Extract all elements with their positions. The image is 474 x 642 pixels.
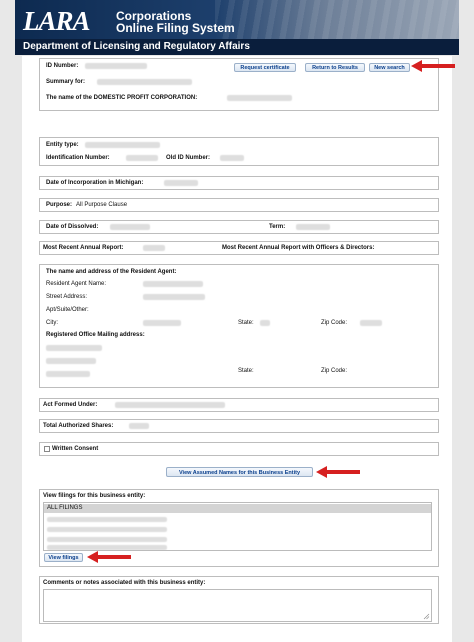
authorized-shares-label: Total Authorized Shares:: [43, 423, 114, 429]
authorized-shares-value: [129, 423, 149, 429]
resident-agent-title: The name and address of the Resident Age…: [46, 269, 177, 275]
request-certificate-button[interactable]: Request certificate: [234, 63, 296, 72]
city-value: [143, 320, 181, 326]
written-consent-checkbox[interactable]: [44, 446, 50, 452]
filings-title: View filings for this business entity:: [43, 493, 146, 499]
entity-type-label: Entity type:: [46, 142, 79, 148]
state-value: [260, 320, 270, 326]
act-formed-label: Act Formed Under:: [43, 402, 98, 408]
entity-type-value: [85, 142, 160, 148]
written-consent-label: Written Consent: [52, 446, 99, 452]
list-item[interactable]: [47, 537, 167, 542]
mailing-line1-value: [46, 345, 102, 351]
return-to-results-button[interactable]: Return to Results: [305, 63, 365, 72]
summary-for-label: Summary for:: [46, 79, 86, 85]
filings-option-all: ALL FILINGS: [47, 505, 83, 511]
street-address-label: Street Address:: [46, 294, 88, 300]
summary-for-value: [97, 79, 192, 85]
dissolved-date-label: Date of Dissolved:: [46, 224, 99, 230]
department-name: Department of Licensing and Regulatory A…: [15, 39, 459, 55]
list-item[interactable]: [47, 517, 167, 522]
entity-section: Entity type: Identification Number: Old …: [39, 137, 439, 166]
purpose-section: Purpose: All Purpose Clause: [39, 198, 439, 212]
term-label: Term:: [269, 224, 286, 230]
recent-annual-report-value: [143, 245, 165, 251]
resize-handle-icon[interactable]: [423, 613, 430, 620]
new-search-button[interactable]: New search: [369, 63, 410, 72]
list-item[interactable]: ALL FILINGS: [44, 504, 431, 513]
dissolved-section: Date of Dissolved: Term:: [39, 220, 439, 234]
resident-agent-section: The name and address of the Resident Age…: [39, 264, 439, 388]
id-number-label: ID Number:: [46, 63, 79, 69]
view-assumed-names-button[interactable]: View Assumed Names for this Business Ent…: [166, 467, 313, 477]
state-label: State:: [238, 320, 254, 326]
incorporation-date-label: Date of Incorporation in Michigan:: [46, 180, 144, 186]
mailing-state-label: State:: [238, 368, 254, 374]
arrow-annotation-view-filings: [87, 551, 131, 563]
city-label: City:: [46, 320, 58, 326]
id-number-value: [85, 63, 147, 69]
lara-logo: LARA: [23, 6, 91, 36]
mailing-address-title: Registered Office Mailing address:: [46, 332, 145, 338]
header-banner: LARA Corporations Online Filing System D…: [15, 0, 459, 55]
purpose-value: All Purpose Clause: [76, 202, 128, 208]
system-title-line2: Online Filing System: [116, 21, 235, 35]
resident-agent-name-value: [143, 281, 203, 287]
old-id-number-label: Old ID Number:: [166, 155, 211, 161]
old-id-number-value: [220, 155, 244, 161]
recent-annual-report-label: Most Recent Annual Report:: [43, 245, 124, 251]
comments-section: Comments or notes associated with this b…: [39, 576, 439, 624]
entity-name-value: [227, 95, 292, 101]
identification-number-label: Identification Number:: [46, 155, 110, 161]
annual-report-section: Most Recent Annual Report: Most Recent A…: [39, 241, 439, 255]
dissolved-date-value: [110, 224, 150, 230]
view-filings-button[interactable]: View filings: [44, 553, 83, 562]
filings-list[interactable]: ALL FILINGS: [43, 502, 432, 551]
purpose-label: Purpose:: [46, 202, 73, 208]
act-formed-value: [115, 402, 225, 408]
arrow-annotation-assumed-names: [316, 466, 360, 478]
comments-textarea[interactable]: [43, 589, 432, 622]
mailing-line2-value: [46, 358, 96, 364]
incorporation-date-value: [164, 180, 198, 186]
street-address-value: [143, 294, 205, 300]
zip-code-value: [360, 320, 382, 326]
annual-report-officers-label: Most Recent Annual Report with Officers …: [222, 245, 375, 251]
incorporation-section: Date of Incorporation in Michigan:: [39, 176, 439, 190]
term-value: [296, 224, 330, 230]
zip-code-label: Zip Code:: [321, 320, 348, 326]
header-background-image: [215, 0, 459, 40]
resident-agent-name-label: Resident Agent Name:: [46, 281, 107, 287]
act-formed-section: Act Formed Under:: [39, 398, 439, 412]
list-item[interactable]: [47, 527, 167, 532]
summary-section: ID Number: Summary for: The name of the …: [39, 58, 439, 111]
authorized-shares-section: Total Authorized Shares:: [39, 419, 439, 433]
written-consent-section: Written Consent: [39, 442, 439, 456]
identification-number-value: [126, 155, 158, 161]
entity-name-label: The name of the DOMESTIC PROFIT CORPORAT…: [46, 95, 198, 101]
mailing-line3-value: [46, 371, 90, 377]
comments-title: Comments or notes associated with this b…: [43, 580, 206, 586]
arrow-annotation-new-search: [411, 60, 455, 72]
mailing-zip-code-label: Zip Code:: [321, 368, 348, 374]
apt-suite-label: Apt/Suite/Other:: [46, 307, 89, 313]
